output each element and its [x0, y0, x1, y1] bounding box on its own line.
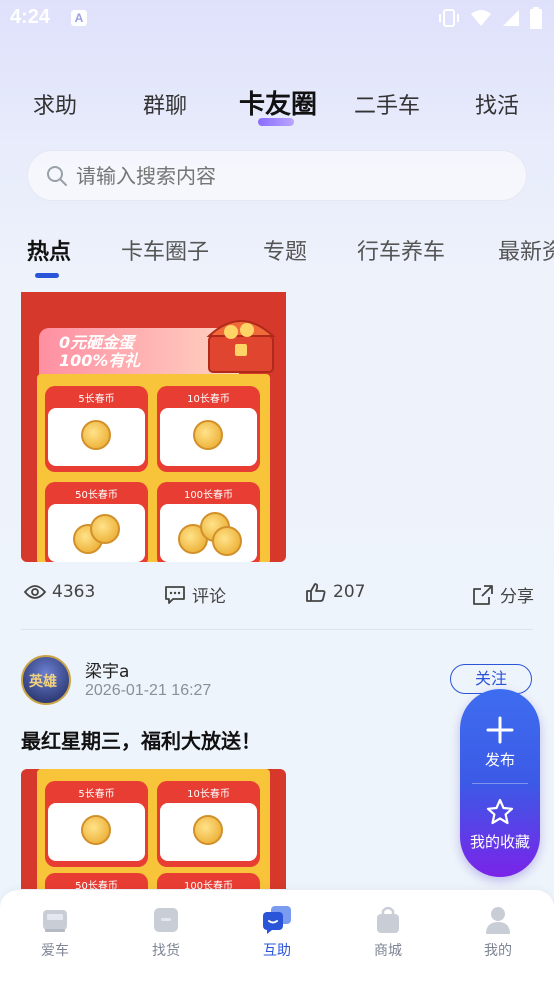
coin-panel: 5长春币 10长春币 50长春币 100长春币: [37, 374, 270, 562]
subtab-driving-maintenance[interactable]: 行车养车: [357, 234, 445, 266]
nav-label: 商城: [374, 943, 402, 959]
subtab-topics[interactable]: 专题: [263, 234, 307, 266]
status-bar: 4:24 A: [0, 0, 554, 36]
post-divider: [21, 629, 533, 630]
coin-card-title: 10长春币: [187, 394, 230, 405]
share-icon: [473, 584, 493, 605]
nav-find-cargo[interactable]: 找货: [131, 904, 201, 960]
vibrate-icon: [439, 9, 459, 27]
avatar[interactable]: 英雄: [21, 655, 71, 705]
battery-icon: [530, 7, 542, 29]
coin-card-title: 5长春币: [78, 789, 115, 800]
coin-panel: 5长春币 10长春币 50长春币 100长春币: [37, 769, 270, 889]
wifi-icon: [471, 10, 491, 26]
coin-card: 100长春币: [157, 482, 260, 562]
nav-label: 我的: [484, 943, 512, 959]
coin-icon: [81, 815, 111, 845]
coin-icon: [90, 514, 120, 544]
tab-help[interactable]: 求助: [33, 88, 77, 120]
sub-tabs: 热点 卡车圈子 专题 行车养车 最新资: [0, 226, 554, 286]
search-bar[interactable]: [27, 150, 527, 201]
coin-card: 100长春币: [157, 873, 260, 889]
post-actions: 4363 评论 207 分享: [0, 582, 554, 612]
coin-icon: [193, 420, 223, 450]
coin-card-title: 10长春币: [187, 789, 230, 800]
avatar-text: 英雄: [29, 674, 57, 690]
user-icon: [486, 907, 510, 934]
star-icon: [486, 798, 514, 825]
bottom-nav: 爱车 找货 互助 商城 我的: [0, 890, 554, 984]
nav-mutual-help[interactable]: 互助: [242, 904, 312, 960]
promo-line-2: 100%有礼: [59, 351, 141, 370]
subtab-indicator: [35, 273, 59, 278]
comment-label: 评论: [192, 587, 226, 607]
comment-icon: [165, 585, 185, 604]
cargo-box-icon: [154, 908, 178, 932]
post-timestamp: 2026-01-21 16:27: [85, 682, 212, 699]
nav-label: 互助: [263, 943, 291, 959]
tab-find-work[interactable]: 找活: [475, 88, 519, 120]
subtab-hot[interactable]: 热点: [27, 234, 71, 266]
coin-card: 5长春币: [45, 781, 148, 867]
coin-card: 10长春币: [157, 781, 260, 867]
share-label: 分享: [500, 587, 534, 607]
subtab-truck-circle[interactable]: 卡车圈子: [121, 234, 209, 266]
coin-icon: [81, 420, 111, 450]
floating-action-menu: 发布 我的收藏: [460, 689, 540, 877]
share-button[interactable]: 分享: [472, 582, 534, 607]
favorites-button[interactable]: 我的收藏: [460, 797, 540, 852]
views-value: 4363: [52, 582, 96, 602]
favorites-label: 我的收藏: [469, 833, 530, 851]
tab-used-trucks[interactable]: 二手车: [354, 88, 420, 120]
like-button[interactable]: 207: [305, 582, 365, 602]
coin-card-title: 100长春币: [183, 881, 234, 889]
coin-card: 50长春币: [45, 873, 148, 889]
coin-icon: [193, 815, 223, 845]
nav-label: 爱车: [41, 943, 69, 959]
subtab-latest[interactable]: 最新资: [498, 234, 554, 266]
coin-card-title: 50长春币: [75, 881, 118, 889]
thumbs-up-icon: [306, 583, 326, 602]
active-tab-indicator: [258, 118, 294, 126]
coin-card-title: 100长春币: [183, 490, 234, 501]
nav-profile[interactable]: 我的: [463, 904, 533, 960]
truck-icon: [43, 910, 67, 932]
promo-line-1: 0元砸金蛋: [59, 333, 135, 352]
publish-button[interactable]: 发布: [460, 715, 540, 770]
tab-card-circle[interactable]: 卡友圈: [239, 84, 317, 121]
search-input[interactable]: [76, 163, 476, 188]
post-image[interactable]: 5长春币 10长春币 50长春币 100长春币: [21, 769, 286, 889]
status-time: 4:24: [10, 6, 51, 28]
signal-icon: [503, 10, 519, 26]
coin-card: 10长春币: [157, 386, 260, 472]
eye-icon: [24, 585, 46, 599]
coin-card: 50长春币: [45, 482, 148, 562]
search-icon: [47, 165, 67, 186]
tab-group-chat[interactable]: 群聊: [143, 88, 187, 120]
nav-my-truck[interactable]: 爱车: [20, 904, 90, 960]
fab-divider: [472, 783, 528, 784]
chat-bubbles-icon: [263, 906, 291, 934]
nav-mall[interactable]: 商城: [353, 904, 423, 960]
post-image[interactable]: 0元砸金蛋 100%有礼 5长春币 10长春币 50长春币 100长春币: [21, 292, 286, 562]
comment-button[interactable]: 评论: [164, 582, 226, 607]
nav-label: 找货: [152, 943, 180, 959]
author-name[interactable]: 梁宇a: [85, 657, 129, 682]
likes-value: 207: [333, 582, 366, 602]
coin-card-title: 5长春币: [78, 394, 115, 405]
post-title[interactable]: 最红星期三，福利大放送！: [21, 725, 261, 754]
plus-icon: [486, 716, 514, 744]
coin-icon: [212, 526, 242, 556]
publish-label: 发布: [484, 751, 515, 769]
status-icons: [438, 6, 542, 30]
shopping-bag-icon: [377, 906, 399, 933]
coin-card-title: 50长春币: [75, 490, 118, 501]
coin-card: 5长春币: [45, 386, 148, 472]
notification-a-icon: A: [71, 10, 87, 26]
views-count: 4363: [24, 582, 95, 602]
treasure-chest-icon: [206, 320, 276, 373]
